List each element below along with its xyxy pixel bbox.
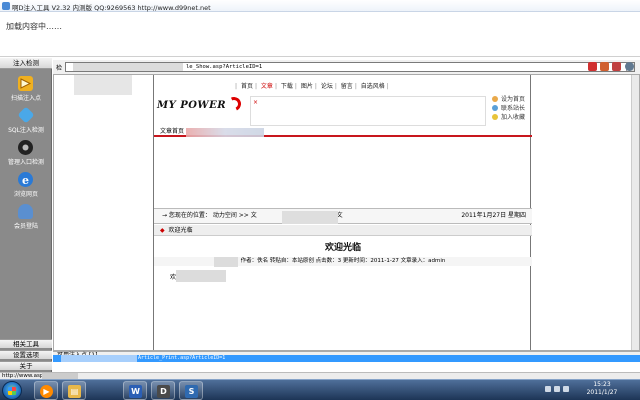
loading-text: 加载内容中…… [6,22,62,31]
status-bar: http://www.asp163.net/ [0,372,640,379]
injection-row-selected[interactable]: Article_Print.asp?ArticleID=1 [53,355,640,362]
meta-redacted [214,257,238,267]
subnav-articles[interactable]: 文章首页 [160,128,184,135]
taskbar-sql-tool[interactable]: S [179,381,203,400]
tray-volume-icon[interactable] [563,386,569,392]
sidebar-item-browse[interactable]: e 浏览网页 [0,170,52,200]
welcome-bar: ◆ 欢迎光临 [154,225,532,236]
member-login-icon [18,204,33,219]
admin-entry-icon [18,140,33,155]
crumb-redacted [282,211,338,224]
side-links: 设为首页 联系站长 加入收藏 [492,95,525,122]
web-page: | 首页 | 文章 | 下载 | 图片 | 论坛 | 留言 | 自选风格 | MY POWER… [153,75,532,350]
sidebar-item-scan[interactable]: 扫描注入点 [0,74,52,104]
sidebar-item-label: 浏览网页 [13,191,38,198]
nav-images[interactable]: 图片 [301,83,313,90]
nav-style[interactable]: 自选风格 [361,83,385,90]
contact-link[interactable]: 联系站长 [492,104,525,113]
sub-nav: 文章首页 [154,128,532,137]
article-meta: 作者：佚名 转贴自：本站原创 点击数：3 更新时间：2011-1-27 文章录入… [154,257,532,266]
page-date: 2011年1月27日 星期四 [461,212,526,219]
injection-tool-icon: D [157,385,170,398]
page-left-margin [54,75,153,350]
url-redacted [73,63,183,71]
sidebar-footer-settings[interactable]: 设置选项 [0,350,52,359]
scan-arrow-icon [18,76,33,91]
vertical-scrollbar[interactable] [631,75,639,350]
taskbar-explorer[interactable]: ▤ [62,381,86,400]
contact-icon [492,105,498,111]
stop-icon[interactable] [612,62,621,71]
page-right-margin [532,75,630,350]
sidebar-item-label: 管理入口检测 [7,159,44,166]
nav-home[interactable]: 首页 [241,83,253,90]
sidebar-header[interactable]: 注入检测 [0,58,52,69]
body-redacted [176,270,226,282]
word-icon: W [129,385,142,398]
sql-tool-icon: S [185,385,198,398]
favorite-link[interactable]: 加入收藏 [492,113,525,122]
tray-arrow-icon[interactable] [545,386,551,392]
nav-articles[interactable]: 文章 [261,83,273,90]
folder-icon: ▤ [68,385,81,398]
nav-downloads[interactable]: 下载 [281,83,293,90]
go-icon[interactable] [588,62,597,71]
bullet-icon: ◆ [160,227,165,234]
tray-network-icon[interactable] [554,386,560,392]
logo-swoosh-icon [225,95,243,113]
sidebar-item-sql-detect[interactable]: SQL注入检测 [0,106,52,136]
redacted-block [74,75,132,95]
sidebar-footer-about[interactable]: 关于 [0,361,52,370]
app-icon [2,2,10,10]
logo-text: MY POWER [157,100,227,111]
clock[interactable]: 15:23 2011/1/27 [574,381,630,397]
ie-browser-icon: e [18,172,33,187]
taskbar-media-player[interactable]: ▶ [34,381,58,400]
browser-view: | 首页 | 文章 | 下载 | 图片 | 论坛 | 留言 | 自选风格 | MY POWER… [53,74,640,351]
row-redacted [61,355,137,362]
clock-date: 2011/1/27 [586,389,618,396]
article-title: 欢迎光临 [324,243,361,253]
site-logo[interactable]: MY POWER [157,95,243,115]
sidebar-item-member-login[interactable]: 会员登陆 [0,202,52,232]
star-icon [492,114,498,120]
svg-text:e: e [22,174,29,187]
nav-guestbook[interactable]: 留言 [341,83,353,90]
address-label: 检 [56,65,63,72]
sql-gear-icon [17,106,35,124]
injection-url: Article_Print.asp?ArticleID=1 [138,355,226,361]
sidebar-footer-tools[interactable]: 相关工具 [0,339,52,348]
taskbar: ▶ ▤ W D S [0,379,640,400]
clock-time: 15:23 [593,381,611,388]
site-nav: | 首页 | 文章 | 下载 | 图片 | 论坛 | 留言 | 自选风格 | [235,83,389,90]
loading-panel: 加载内容中…… [0,13,640,57]
set-homepage-link[interactable]: 设为首页 [492,95,525,104]
banner-ad[interactable]: × [250,96,486,126]
sidebar-item-label: 会员登陆 [13,223,38,230]
media-player-icon: ▶ [40,385,53,398]
taskbar-word[interactable]: W [123,381,147,400]
left-panel: 注入检测 扫描注入点 SQL注入检测 管理入口检测 e 浏览网页 会员登陆 相关… [0,58,52,372]
settings-icon[interactable] [625,62,634,71]
windows-logo-icon [8,387,16,395]
sidebar-item-label: 扫描注入点 [10,95,41,102]
subnav-redacted [186,128,264,137]
nav-forum[interactable]: 论坛 [321,83,333,90]
sidebar-item-label: SQL注入检测 [8,127,44,134]
refresh-icon[interactable] [600,62,609,71]
title-bar: 啊D注入工具 V2.32 内测版 QQ:9269563 http://www.d… [0,0,640,12]
breadcrumb: → 您现在的位置： 动力空间 >> 文 >> 正文 2011年1月27日 星期四 [154,208,532,224]
welcome-label[interactable]: 欢迎光临 [169,227,193,234]
window-title: 啊D注入工具 V2.32 内测版 QQ:9269563 http://www.d… [12,4,211,12]
crumb-prefix: → 您现在的位置： [162,212,211,219]
start-button[interactable] [2,381,22,400]
taskbar-injection-tool[interactable]: D [151,381,175,400]
crumb-site[interactable]: 动力空间 >> 文 [213,212,257,219]
address-bar: 检 le_Show.asp?ArticleID=1 ▼ [53,60,640,74]
broken-image-icon: × [253,99,259,106]
home-icon [492,96,498,102]
sidebar-item-admin-detect[interactable]: 管理入口检测 [0,138,52,168]
